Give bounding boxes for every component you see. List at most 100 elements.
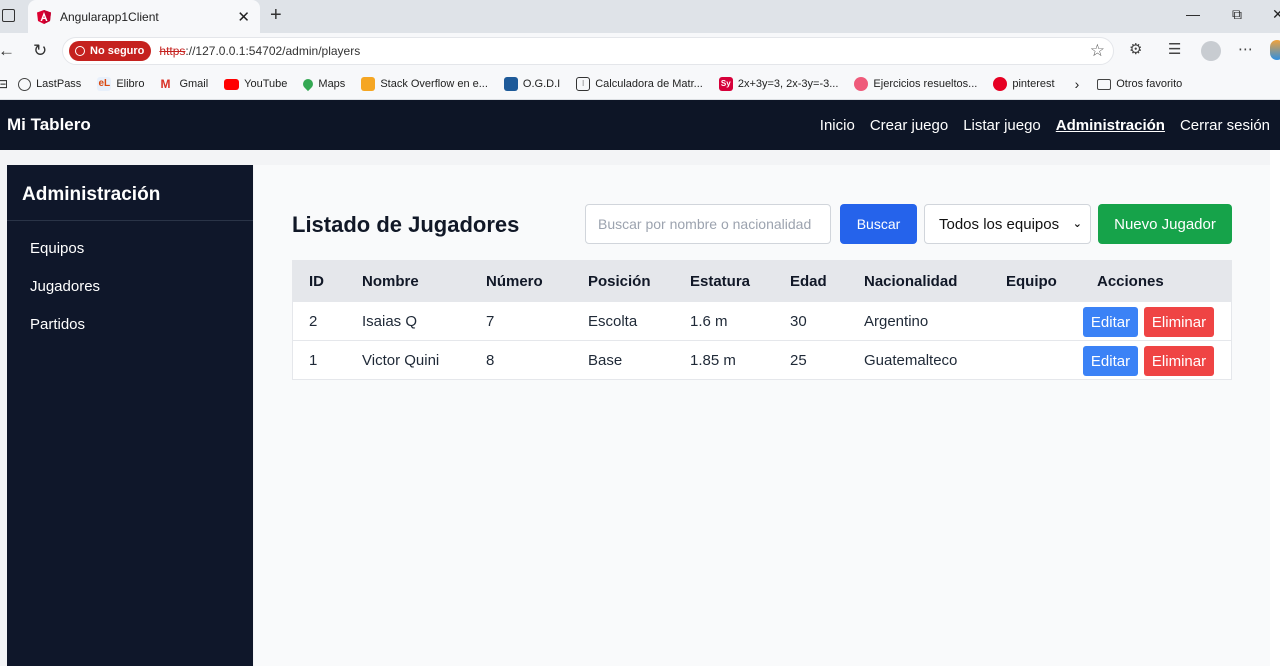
elibro-icon: eL	[97, 77, 112, 91]
maps-icon	[301, 76, 316, 92]
tab-actions-icon[interactable]	[2, 9, 15, 22]
close-window-icon[interactable]: ✕	[1272, 6, 1280, 23]
not-secure-badge[interactable]: No seguro	[69, 41, 152, 61]
profile-avatar[interactable]	[1201, 41, 1221, 61]
url-field[interactable]: No seguro https://127.0.0.1:54702/admin/…	[62, 37, 1114, 65]
cell-nacionalidad: Argentino	[864, 312, 929, 330]
nav-link-cerrar-sesion[interactable]: Cerrar sesión	[1180, 117, 1270, 134]
browser-tab[interactable]: Angularapp1Client ✕	[28, 0, 260, 33]
players-panel: Listado de Jugadores Buscar Todos los eq…	[254, 165, 1270, 666]
players-table: ID Nombre Número Posición Estatura Edad …	[292, 260, 1232, 380]
tab-title: Angularapp1Client	[60, 9, 159, 24]
new-player-button[interactable]: Nuevo Jugador	[1098, 204, 1232, 244]
minimize-icon[interactable]: —	[1186, 6, 1200, 22]
bookmark-calculadora[interactable]: ⁝ Calculadora de Matr...	[576, 77, 703, 91]
delete-button[interactable]: Eliminar	[1144, 346, 1214, 376]
cell-posicion: Escolta	[588, 312, 638, 330]
sidebar-toggle-icon[interactable]: ⊟	[0, 77, 8, 91]
sidebar-title: Administración	[7, 165, 253, 221]
edit-button[interactable]: Editar	[1083, 307, 1138, 337]
address-bar-row: ← ↻ No seguro https://127.0.0.1:54702/ad…	[0, 33, 1280, 69]
bookmark-pinterest[interactable]: pinterest	[993, 77, 1055, 91]
nav-link-administracion[interactable]: Administración	[1056, 117, 1165, 134]
bookmark-elibro[interactable]: eL Elibro	[97, 77, 144, 91]
bookmark-stackoverflow[interactable]: Stack Overflow en e...	[361, 77, 488, 91]
chevron-down-icon: ⌄	[1072, 218, 1082, 230]
globe-icon	[18, 77, 32, 91]
nav-link-crear-juego[interactable]: Crear juego	[870, 117, 948, 134]
folder-icon	[1097, 78, 1112, 90]
new-tab-icon[interactable]: +	[270, 4, 282, 27]
close-tab-icon[interactable]: ✕	[237, 8, 250, 26]
bookmark-maps[interactable]: Maps	[301, 76, 345, 92]
restore-icon[interactable]: ⧉	[1232, 6, 1242, 23]
copilot-icon[interactable]	[1270, 40, 1280, 60]
column-header-nombre: Nombre	[362, 272, 419, 290]
column-header-id: ID	[309, 272, 324, 290]
bookmark-ogdi[interactable]: O.G.D.I	[503, 77, 560, 91]
app-navbar: Mi Tablero Inicio Crear juego Listar jue…	[0, 100, 1280, 150]
column-header-acciones: Acciones	[1097, 272, 1164, 290]
cell-nombre: Victor Quini	[362, 351, 440, 369]
stackoverflow-icon	[361, 77, 376, 91]
sidebar-item-equipos[interactable]: Equipos	[7, 229, 253, 267]
pinterest-icon	[993, 77, 1008, 91]
cell-edad: 25	[790, 351, 807, 369]
favorites-icon[interactable]: ☰	[1168, 40, 1181, 58]
more-menu-icon[interactable]: ⋯	[1238, 40, 1253, 58]
column-header-nacionalidad: Nacionalidad	[864, 272, 958, 290]
nav-links: Inicio Crear juego Listar juego Administ…	[820, 117, 1270, 134]
browser-tab-bar: Angularapp1Client ✕ + — ⧉ ✕	[0, 0, 1280, 33]
cell-edad: 30	[790, 312, 807, 330]
sidebar-item-partidos[interactable]: Partidos	[7, 305, 253, 343]
column-header-edad: Edad	[790, 272, 827, 290]
bookmark-symbolab[interactable]: Sy 2x+3y=3, 2x-3y=-3...	[718, 77, 838, 91]
cell-nacionalidad: Guatemalteco	[864, 351, 958, 369]
favorite-star-icon[interactable]: ☆	[1090, 41, 1105, 61]
cell-posicion: Base	[588, 351, 623, 369]
angular-icon	[37, 9, 51, 24]
bookmark-lastpass[interactable]: LastPass	[18, 77, 81, 91]
nav-link-inicio[interactable]: Inicio	[820, 117, 855, 134]
column-header-equipo: Equipo	[1006, 272, 1057, 290]
table-row: 2 Isaias Q 7 Escolta 1.6 m 30 Argentino …	[293, 301, 1231, 340]
ogdi-icon	[503, 77, 518, 91]
youtube-icon	[224, 78, 240, 90]
team-filter-select[interactable]: Todos los equipos ⌄	[924, 204, 1091, 244]
sidebar-item-jugadores[interactable]: Jugadores	[7, 267, 253, 305]
admin-sidebar: Administración Equipos Jugadores Partido…	[7, 165, 253, 666]
search-input[interactable]	[585, 204, 831, 244]
column-header-posicion: Posición	[588, 272, 651, 290]
extensions-icon[interactable]: ⚙	[1129, 40, 1142, 58]
nav-link-listar-juego[interactable]: Listar juego	[963, 117, 1041, 134]
edit-button[interactable]: Editar	[1083, 346, 1138, 376]
column-header-estatura: Estatura	[690, 272, 751, 290]
bookmark-ejercicios[interactable]: Ejercicios resueltos...	[854, 77, 977, 91]
bookmark-youtube[interactable]: YouTube	[224, 78, 287, 90]
back-icon[interactable]: ←	[0, 41, 15, 61]
reload-icon[interactable]: ↻	[33, 41, 47, 61]
table-header: ID Nombre Número Posición Estatura Edad …	[293, 261, 1231, 301]
cell-nombre: Isaias Q	[362, 312, 418, 330]
cell-numero: 7	[486, 312, 495, 330]
chevron-right-icon[interactable]: ›	[1075, 76, 1080, 92]
table-row: 1 Victor Quini 8 Base 1.85 m 25 Guatemal…	[293, 340, 1231, 379]
calculator-icon: ⁝	[576, 77, 591, 91]
ejercicios-icon	[854, 77, 869, 91]
brand-title[interactable]: Mi Tablero	[7, 115, 91, 135]
delete-button[interactable]: Eliminar	[1144, 307, 1214, 337]
cell-id: 1	[309, 351, 318, 369]
content-area: Administración Equipos Jugadores Partido…	[0, 150, 1280, 666]
symbolab-icon: Sy	[718, 77, 733, 91]
search-button[interactable]: Buscar	[840, 204, 917, 244]
url-text: https://127.0.0.1:54702/admin/players	[159, 44, 361, 58]
warning-icon	[75, 46, 85, 56]
column-header-numero: Número	[486, 272, 543, 290]
cell-estatura: 1.85 m	[690, 351, 736, 369]
bookmarks-bar: ⊟ LastPass eL Elibro M Gmail YouTube Maps …	[0, 69, 1280, 100]
bookmark-otros[interactable]: Otros favorito	[1097, 78, 1182, 90]
cell-numero: 8	[486, 351, 495, 369]
cell-id: 2	[309, 312, 318, 330]
cell-estatura: 1.6 m	[690, 312, 728, 330]
bookmark-gmail[interactable]: M Gmail	[160, 77, 208, 91]
